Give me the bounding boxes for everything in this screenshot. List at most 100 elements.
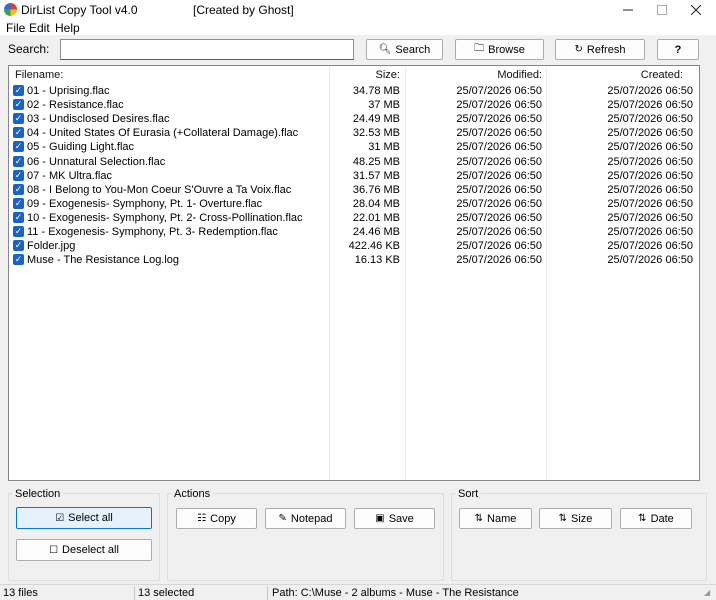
row-filename: 07 - MK Ultra.flac — [27, 169, 112, 182]
row-created: 25/07/2026 06:50 — [607, 183, 693, 196]
table-row[interactable]: ✓ 04 - United States Of Eurasia (+Collat… — [9, 126, 699, 140]
row-filename: 01 - Uprising.flac — [27, 85, 110, 97]
status-bar: 13 files 13 selected Path: C:\Muse - 2 a… — [0, 584, 716, 600]
row-created: 25/07/2026 06:50 — [607, 197, 693, 210]
sort-date-label: Date — [650, 512, 674, 525]
column-header-filename[interactable]: Filename: — [15, 66, 63, 84]
row-checkbox[interactable]: ✓ — [13, 254, 24, 266]
row-checkbox[interactable]: ✓ — [13, 197, 24, 209]
row-checkbox[interactable]: ✓ — [13, 211, 24, 223]
minimize-button[interactable] — [612, 0, 644, 20]
window-subtitle: [Created by Ghost] — [193, 3, 294, 17]
refresh-button-label: Refresh — [586, 43, 626, 56]
maximize-button[interactable] — [646, 0, 678, 20]
column-header-size[interactable]: Size: — [376, 66, 400, 84]
save-button[interactable]: ▣ Save — [354, 508, 435, 529]
row-filename: 09 - Exogenesis- Symphony, Pt. 1- Overtu… — [27, 197, 263, 210]
row-created: 25/07/2026 06:50 — [607, 113, 693, 126]
row-size: 24.46 MB — [352, 226, 400, 238]
deselect-all-label: Deselect all — [62, 544, 119, 556]
status-file-count: 13 files — [3, 587, 38, 599]
row-checkbox[interactable]: ✓ — [13, 85, 24, 96]
row-created: 25/07/2026 06:50 — [607, 254, 693, 267]
row-checkbox[interactable]: ✓ — [13, 113, 24, 125]
row-checkbox[interactable]: ✓ — [13, 226, 24, 237]
table-row[interactable]: ✓ 03 - Undisclosed Desires.flac 24.49 MB… — [9, 112, 699, 126]
column-header-created[interactable]: Created: — [641, 66, 683, 84]
row-checkbox[interactable]: ✓ — [13, 169, 24, 181]
row-modified: 25/07/2026 06:50 — [456, 169, 542, 182]
browse-button[interactable]: 🗀 Browse — [455, 39, 544, 60]
copy-label: Copy — [210, 512, 236, 525]
search-button[interactable]: 🔍︎ Search — [366, 39, 443, 60]
selection-group-title: Selection — [12, 488, 64, 500]
table-row[interactable]: ✓ 01 - Uprising.flac 34.78 MB 25/07/2026… — [9, 84, 699, 98]
copy-icon: ☷ — [197, 513, 207, 524]
sort-size-button[interactable]: ⇅ Size — [539, 508, 612, 529]
table-row[interactable]: ✓ 07 - MK Ultra.flac 31.57 MB 25/07/2026… — [9, 169, 699, 183]
menu-file[interactable]: File — [6, 21, 25, 35]
save-label: Save — [388, 512, 414, 525]
table-row[interactable]: ✓ 10 - Exogenesis- Symphony, Pt. 2- Cros… — [9, 211, 699, 225]
column-header-modified[interactable]: Modified: — [497, 66, 542, 84]
notepad-button[interactable]: ✎ Notepad — [265, 508, 346, 529]
row-filename: 04 - United States Of Eurasia (+Collater… — [27, 127, 299, 140]
sort-name-button[interactable]: ⇅ Name — [459, 508, 532, 529]
menu-help[interactable]: Help — [55, 21, 80, 35]
row-checkbox[interactable]: ✓ — [13, 240, 24, 252]
select-all-button[interactable]: ☑ Select all — [16, 507, 152, 529]
row-filename: Folder.jpg — [27, 240, 76, 253]
table-row[interactable]: ✓ 09 - Exogenesis- Symphony, Pt. 1- Over… — [9, 197, 699, 211]
row-filename: 02 - Resistance.flac — [27, 99, 124, 112]
table-row[interactable]: ✓ 06 - Unnatural Selection.flac 48.25 MB… — [9, 155, 699, 169]
maximize-icon — [657, 5, 667, 15]
search-input[interactable] — [60, 39, 354, 60]
table-row[interactable]: ✓ 05 - Guiding Light.flac 31 MB 25/07/20… — [9, 140, 699, 154]
refresh-button[interactable]: ↻ Refresh — [555, 39, 645, 60]
table-row[interactable]: ✓ 02 - Resistance.flac 37 MB 25/07/2026 … — [9, 98, 699, 112]
row-size: 16.13 KB — [354, 254, 400, 267]
row-modified: 25/07/2026 06:50 — [456, 85, 542, 97]
row-modified: 25/07/2026 06:50 — [456, 127, 542, 140]
row-checkbox[interactable]: ✓ — [13, 155, 24, 167]
table-row[interactable]: ✓ Muse - The Resistance Log.log 16.13 KB… — [9, 253, 699, 267]
close-button[interactable] — [680, 0, 712, 20]
menu-edit[interactable]: Edit — [29, 21, 50, 35]
status-path: Path: C:\Muse - 2 albums - Muse - The Re… — [272, 587, 519, 599]
table-row[interactable]: ✓ Folder.jpg 422.46 KB 25/07/2026 06:50 … — [9, 239, 699, 253]
actions-group-title: Actions — [171, 488, 214, 500]
row-size: 22.01 MB — [352, 211, 400, 224]
copy-button[interactable]: ☷ Copy — [176, 508, 257, 529]
file-list[interactable]: Filename: Size: Modified: Created: ✓ 01 … — [8, 65, 700, 481]
row-created: 25/07/2026 06:50 — [607, 99, 693, 112]
row-checkbox[interactable]: ✓ — [13, 183, 24, 195]
row-modified: 25/07/2026 06:50 — [456, 197, 542, 210]
row-checkbox[interactable]: ✓ — [13, 141, 24, 153]
window-title: DirList Copy Tool v4.0 — [21, 3, 138, 17]
row-size: 36.76 MB — [352, 183, 400, 196]
row-checkbox[interactable]: ✓ — [13, 99, 24, 111]
app-logo-icon — [4, 3, 17, 16]
table-row[interactable]: ✓ 11 - Exogenesis- Symphony, Pt. 3- Rede… — [9, 225, 699, 239]
row-filename: 08 - I Belong to You-Mon Coeur S'Ouvre a… — [27, 183, 292, 196]
row-checkbox[interactable]: ✓ — [13, 127, 24, 139]
row-size: 24.49 MB — [352, 113, 400, 126]
row-created: 25/07/2026 06:50 — [607, 226, 693, 238]
sort-date-button[interactable]: ⇅ Date — [620, 508, 692, 529]
row-size: 31.57 MB — [352, 169, 400, 182]
row-modified: 25/07/2026 06:50 — [456, 254, 542, 267]
status-selected-count: 13 selected — [138, 587, 195, 599]
actions-group — [167, 493, 444, 581]
help-button[interactable]: ? — [657, 39, 699, 60]
row-modified: 25/07/2026 06:50 — [456, 113, 542, 126]
sort-group — [451, 493, 707, 581]
help-button-label: ? — [674, 43, 682, 56]
sort-icon: ⇅ — [558, 513, 567, 524]
resize-grip-icon[interactable]: ◢ — [704, 588, 714, 598]
notepad-label: Notepad — [290, 512, 333, 525]
deselect-all-button[interactable]: ☐ Deselect all — [16, 539, 152, 561]
empty-box-icon: ☐ — [49, 544, 59, 556]
table-row[interactable]: ✓ 08 - I Belong to You-Mon Coeur S'Ouvre… — [9, 183, 699, 197]
menu-bar: File Edit Help — [0, 20, 716, 35]
row-modified: 25/07/2026 06:50 — [456, 211, 542, 224]
